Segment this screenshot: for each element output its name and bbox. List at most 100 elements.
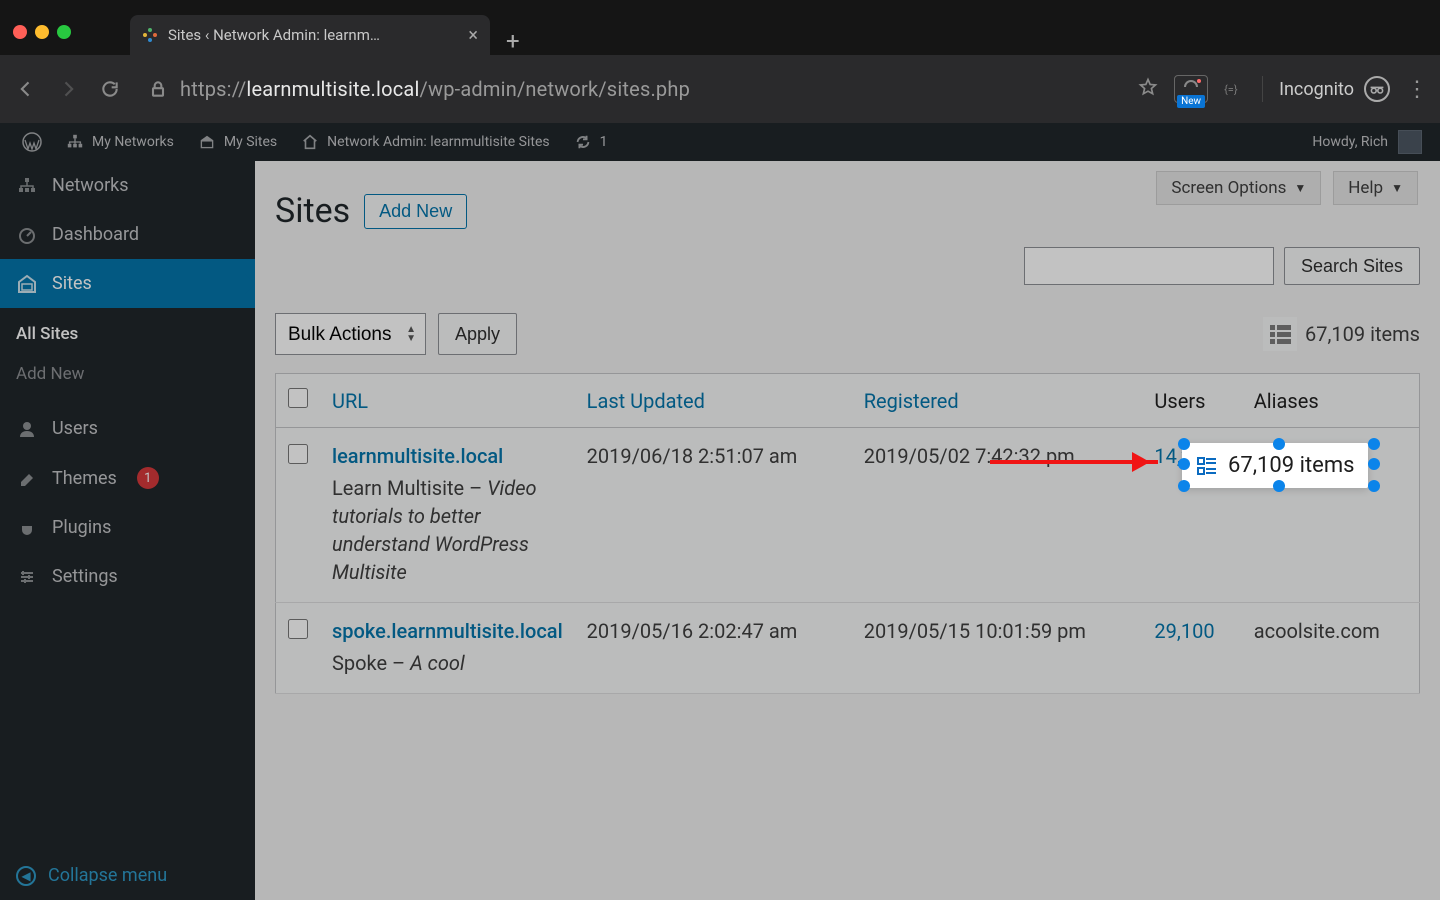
separator	[1262, 76, 1263, 102]
selection-handle	[1368, 480, 1380, 492]
sidebar-item-label: Themes	[52, 468, 117, 489]
select-arrows-icon: ▲▼	[406, 325, 416, 343]
sidebar-sub-all-sites[interactable]: All Sites	[0, 314, 255, 354]
sidebar-item-label: Plugins	[52, 517, 111, 538]
url-field[interactable]: https://learnmultisite.local/wp-admin/ne…	[180, 77, 1124, 101]
address-bar: https://learnmultisite.local/wp-admin/ne…	[0, 55, 1440, 123]
help-button[interactable]: Help ▼	[1333, 171, 1418, 205]
sidebar-item-label: Users	[52, 418, 98, 439]
incognito-label: Incognito	[1279, 79, 1354, 100]
window-zoom[interactable]	[57, 25, 71, 39]
sidebar-item-label: Networks	[52, 175, 129, 196]
main-content: Screen Options ▼ Help ▼ Sites Add New Se…	[255, 161, 1440, 900]
adminbar-network-admin[interactable]: Network Admin: learnmultisite Sites	[289, 133, 561, 151]
admin-sidebar: Networks Dashboard Sites All Sites Add N…	[0, 161, 255, 900]
col-users: Users	[1142, 374, 1241, 428]
dashboard-icon	[16, 225, 38, 245]
col-last-updated[interactable]: Last Updated	[575, 374, 852, 428]
items-count: 67,109 items	[1305, 322, 1420, 346]
apply-button[interactable]: Apply	[438, 313, 517, 355]
sidebar-item-label: Sites	[52, 273, 92, 294]
col-checkbox	[276, 374, 321, 428]
search-sites-button[interactable]: Search Sites	[1284, 247, 1420, 285]
col-registered[interactable]: Registered	[852, 374, 1143, 428]
sites-icon	[16, 274, 38, 294]
adminbar-updates[interactable]: 1	[562, 133, 620, 151]
selection-handle	[1178, 458, 1190, 470]
tab-bar: Sites ‹ Network Admin: learnm… × +	[0, 0, 1440, 55]
adminbar-label: My Networks	[92, 134, 174, 150]
sidebar-item-users[interactable]: Users	[0, 404, 255, 453]
view-list-icon[interactable]	[1263, 317, 1297, 351]
howdy-label: Howdy, Rich	[1312, 134, 1388, 150]
incognito-indicator: Incognito	[1279, 76, 1390, 102]
adminbar-my-networks[interactable]: My Networks	[54, 133, 186, 151]
adminbar-label: My Sites	[224, 134, 277, 150]
window-close[interactable]	[13, 25, 27, 39]
window-minimize[interactable]	[35, 25, 49, 39]
lock-icon[interactable]	[144, 79, 172, 99]
sidebar-item-sites[interactable]: Sites	[0, 259, 255, 308]
tab-title: Sites ‹ Network Admin: learnm…	[168, 26, 458, 44]
tab-close-icon[interactable]: ×	[468, 25, 478, 46]
annotation-arrow	[990, 460, 1158, 464]
page-title: Sites	[275, 191, 350, 231]
adminbar-my-sites[interactable]: My Sites	[186, 133, 289, 151]
select-all-checkbox[interactable]	[288, 388, 308, 408]
users-link[interactable]: 29,100	[1154, 619, 1214, 643]
col-url[interactable]: URL	[320, 374, 575, 428]
caret-down-icon: ▼	[1391, 181, 1403, 195]
browser-chrome: Sites ‹ Network Admin: learnm… × + https…	[0, 0, 1440, 123]
selection-handle	[1368, 458, 1380, 470]
items-count-highlight: 67,109 items	[1228, 453, 1354, 478]
favicon-icon	[142, 27, 158, 43]
selection-handle	[1178, 438, 1190, 450]
incognito-icon	[1364, 76, 1390, 102]
wp-logo[interactable]	[10, 132, 54, 152]
update-icon	[574, 133, 592, 151]
reload-button[interactable]	[96, 79, 124, 99]
sidebar-item-settings[interactable]: Settings	[0, 552, 255, 601]
forward-button[interactable]	[54, 79, 82, 99]
help-label: Help	[1348, 178, 1383, 198]
adminbar-updates-count: 1	[600, 134, 608, 150]
sidebar-item-themes[interactable]: Themes 1	[0, 453, 255, 503]
admin-bar: My Networks My Sites Network Admin: lear…	[0, 123, 1440, 161]
collapse-menu[interactable]: ◀ Collapse menu	[0, 851, 255, 900]
add-new-button[interactable]: Add New	[364, 194, 467, 229]
wp-admin: My Networks My Sites Network Admin: lear…	[0, 123, 1440, 900]
sidebar-item-plugins[interactable]: Plugins	[0, 503, 255, 552]
sidebar-item-dashboard[interactable]: Dashboard	[0, 210, 255, 259]
site-link[interactable]: spoke.learnmultisite.local	[332, 619, 563, 643]
sidebar-item-label: Dashboard	[52, 224, 139, 245]
home-icon	[301, 133, 319, 151]
site-link[interactable]: learnmultisite.local	[332, 444, 503, 468]
url-scheme: https://	[180, 77, 246, 101]
row-checkbox[interactable]	[288, 619, 308, 639]
extension-json-icon[interactable]: {=}	[1224, 81, 1246, 97]
avatar	[1398, 130, 1422, 154]
screen-options-button[interactable]: Screen Options ▼	[1156, 171, 1321, 205]
back-button[interactable]	[12, 79, 40, 99]
collapse-label: Collapse menu	[48, 865, 167, 886]
sidebar-sub-add-new[interactable]: Add New	[0, 354, 255, 394]
selection-handle	[1178, 480, 1190, 492]
site-description: Spoke – A cool	[332, 649, 563, 677]
cell-registered: 2019/05/15 10:01:59 pm	[852, 603, 1143, 694]
network-icon	[16, 176, 38, 196]
bookmark-icon[interactable]	[1138, 77, 1158, 101]
extension-lighthouse-icon[interactable]: New	[1174, 75, 1208, 103]
sidebar-item-networks[interactable]: Networks	[0, 161, 255, 210]
caret-down-icon: ▼	[1294, 181, 1306, 195]
plugins-icon	[16, 518, 38, 538]
new-badge: New	[1177, 95, 1205, 108]
bulk-actions-select[interactable]: Bulk Actions	[275, 313, 426, 355]
browser-tab[interactable]: Sites ‹ Network Admin: learnm… ×	[130, 15, 490, 55]
adminbar-label: Network Admin: learnmultisite Sites	[327, 134, 549, 150]
search-input[interactable]	[1024, 247, 1274, 285]
browser-menu-icon[interactable]: ⋮	[1406, 77, 1428, 102]
adminbar-account[interactable]: Howdy, Rich	[1304, 130, 1430, 154]
new-tab-button[interactable]: +	[490, 27, 536, 55]
row-checkbox[interactable]	[288, 444, 308, 464]
selection-handle	[1368, 438, 1380, 450]
